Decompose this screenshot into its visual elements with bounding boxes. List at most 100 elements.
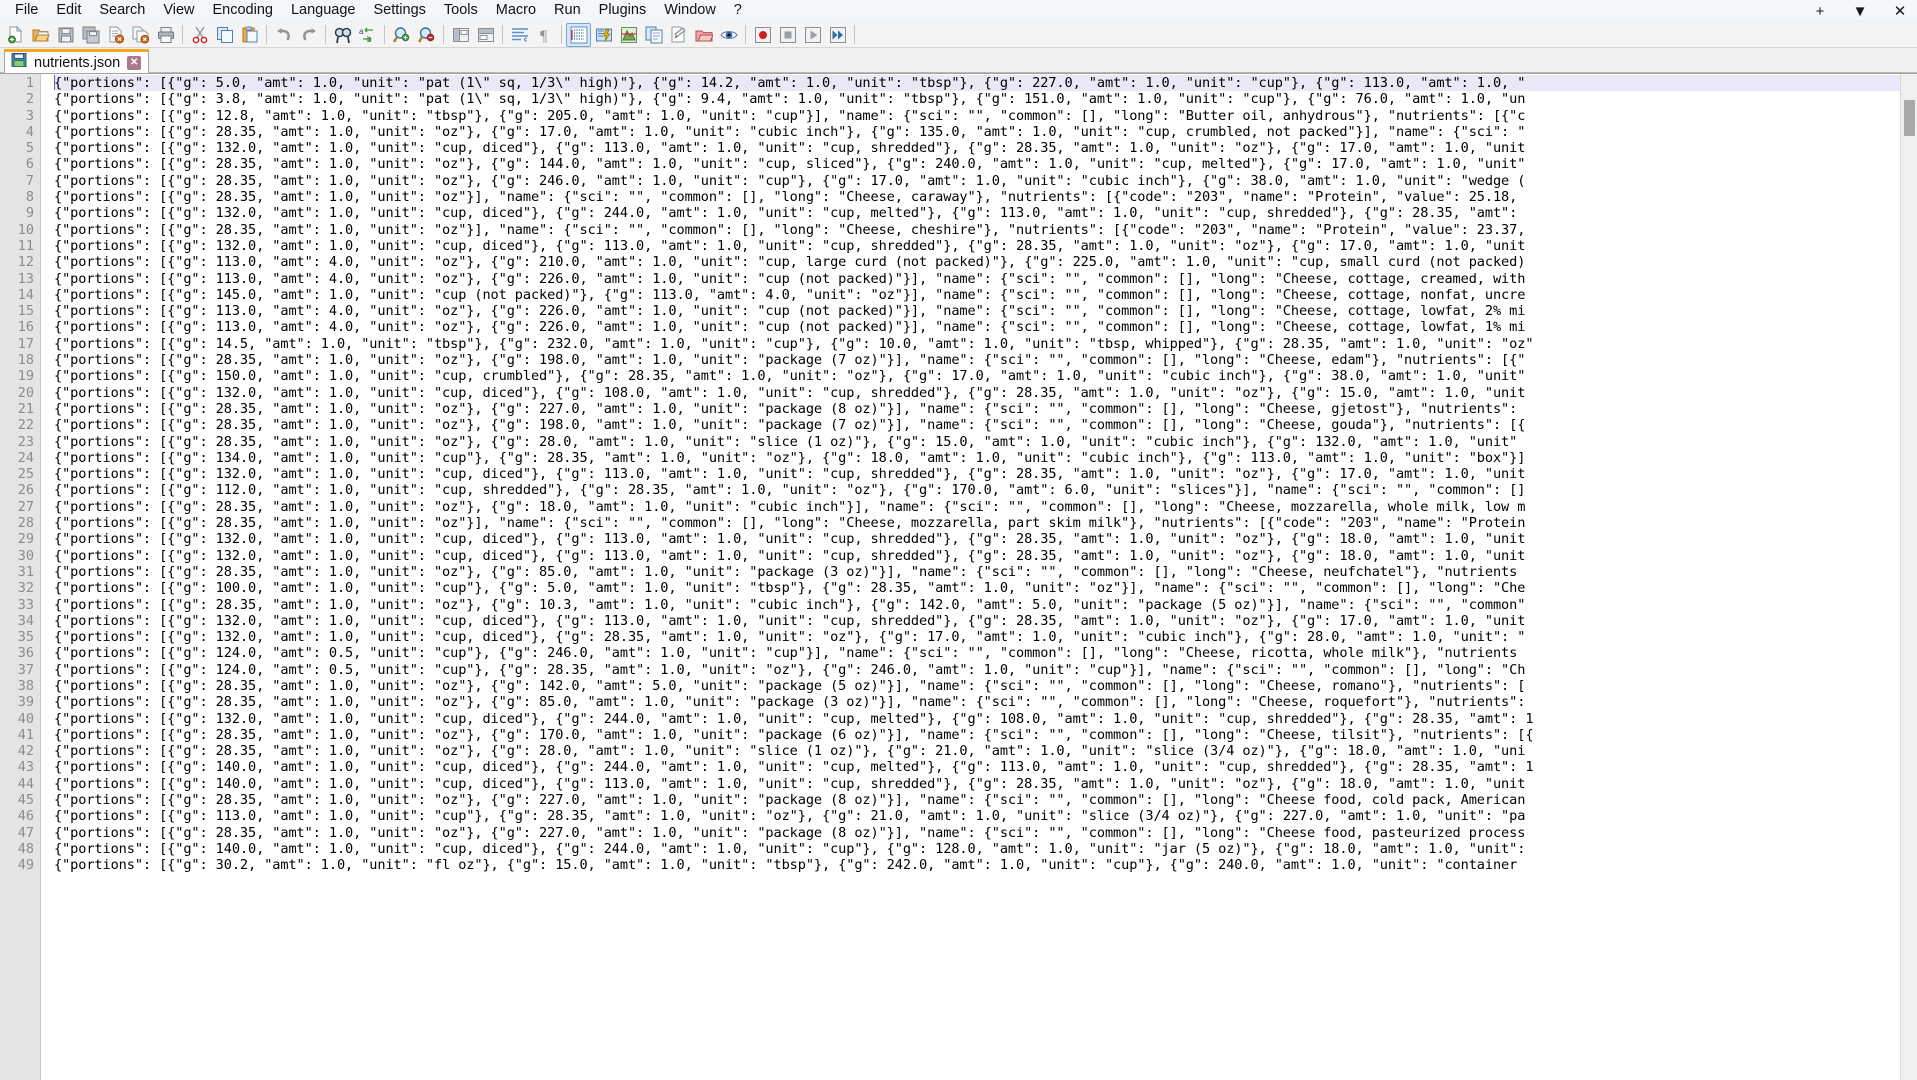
code-line[interactable]: {"portions": [{"g": 28.35, "amt": 1.0, "…: [54, 352, 1900, 368]
code-line[interactable]: {"portions": [{"g": 28.35, "amt": 1.0, "…: [54, 743, 1900, 759]
sync-vertical-scroll-icon[interactable]: [448, 23, 473, 47]
code-line[interactable]: {"portions": [{"g": 113.0, "amt": 4.0, "…: [54, 319, 1900, 335]
document-map-icon[interactable]: [616, 23, 641, 47]
code-line[interactable]: {"portions": [{"g": 3.8, "amt": 1.0, "un…: [54, 91, 1900, 107]
code-line[interactable]: {"portions": [{"g": 28.35, "amt": 1.0, "…: [54, 694, 1900, 710]
code-line[interactable]: {"portions": [{"g": 30.2, "amt": 1.0, "u…: [54, 857, 1900, 873]
folder-as-workspace-icon[interactable]: [666, 23, 691, 47]
code-line[interactable]: {"portions": [{"g": 134.0, "amt": 1.0, "…: [54, 450, 1900, 466]
close-icon[interactable]: ✕: [127, 56, 141, 70]
code-line[interactable]: {"portions": [{"g": 5.0, "amt": 1.0, "un…: [54, 75, 1900, 91]
play-macro-icon[interactable]: [800, 23, 825, 47]
code-line[interactable]: {"portions": [{"g": 113.0, "amt": 4.0, "…: [54, 303, 1900, 319]
code-line[interactable]: {"portions": [{"g": 132.0, "amt": 1.0, "…: [54, 711, 1900, 727]
zoom-in-icon[interactable]: [389, 23, 414, 47]
save-all-icon[interactable]: [78, 23, 103, 47]
fold-margin[interactable]: [41, 74, 54, 1080]
zoom-out-icon[interactable]: [414, 23, 439, 47]
menu-item-run[interactable]: Run: [545, 0, 590, 21]
close-file-icon[interactable]: [103, 23, 128, 47]
run-macro-multiple-icon[interactable]: [825, 23, 850, 47]
paste-icon[interactable]: [237, 23, 262, 47]
stop-recording-icon[interactable]: [775, 23, 800, 47]
chevron-down-icon[interactable]: ▼: [1851, 2, 1869, 20]
menu-item-settings[interactable]: Settings: [364, 0, 434, 21]
code-line[interactable]: {"portions": [{"g": 28.35, "amt": 1.0, "…: [54, 173, 1900, 189]
close-all-files-icon[interactable]: [128, 23, 153, 47]
code-line[interactable]: {"portions": [{"g": 140.0, "amt": 1.0, "…: [54, 841, 1900, 857]
code-line[interactable]: {"portions": [{"g": 28.35, "amt": 1.0, "…: [54, 825, 1900, 841]
code-text-area[interactable]: {"portions": [{"g": 5.0, "amt": 1.0, "un…: [54, 74, 1900, 1080]
code-line[interactable]: {"portions": [{"g": 28.35, "amt": 1.0, "…: [54, 189, 1900, 205]
find-icon[interactable]: [330, 23, 355, 47]
function-list-icon[interactable]: [641, 23, 666, 47]
code-line[interactable]: {"portions": [{"g": 132.0, "amt": 1.0, "…: [54, 205, 1900, 221]
code-line[interactable]: {"portions": [{"g": 124.0, "amt": 0.5, "…: [54, 662, 1900, 678]
monitoring-icon[interactable]: [691, 23, 716, 47]
menu-item-encoding[interactable]: Encoding: [204, 0, 282, 21]
menu-item-file[interactable]: File: [6, 0, 47, 21]
vertical-scrollbar-thumb[interactable]: [1904, 100, 1915, 136]
code-line[interactable]: {"portions": [{"g": 140.0, "amt": 1.0, "…: [54, 759, 1900, 775]
new-file-icon[interactable]: [3, 23, 28, 47]
copy-icon[interactable]: [212, 23, 237, 47]
undo-icon[interactable]: [271, 23, 296, 47]
menu-item-tools[interactable]: Tools: [435, 0, 487, 21]
redo-icon[interactable]: [296, 23, 321, 47]
menu-item-plugins[interactable]: Plugins: [590, 0, 656, 21]
code-line[interactable]: {"portions": [{"g": 112.0, "amt": 1.0, "…: [54, 482, 1900, 498]
menu-item-language[interactable]: Language: [282, 0, 365, 21]
code-line[interactable]: {"portions": [{"g": 12.8, "amt": 1.0, "u…: [54, 108, 1900, 124]
code-line[interactable]: {"portions": [{"g": 113.0, "amt": 4.0, "…: [54, 271, 1900, 287]
add-tab-button[interactable]: +: [1811, 2, 1829, 20]
code-line[interactable]: {"portions": [{"g": 150.0, "amt": 1.0, "…: [54, 368, 1900, 384]
code-line[interactable]: {"portions": [{"g": 14.5, "amt": 1.0, "u…: [54, 336, 1900, 352]
print-icon[interactable]: [153, 23, 178, 47]
open-file-icon[interactable]: [28, 23, 53, 47]
menu-item-macro[interactable]: Macro: [487, 0, 545, 21]
sync-horizontal-scroll-icon[interactable]: [473, 23, 498, 47]
tab-nutrients-json[interactable]: nutrients.json ✕: [4, 49, 149, 73]
menu-item-window[interactable]: Window: [655, 0, 725, 21]
menu-item-help[interactable]: ?: [725, 0, 751, 21]
code-line[interactable]: {"portions": [{"g": 132.0, "amt": 1.0, "…: [54, 385, 1900, 401]
code-line[interactable]: {"portions": [{"g": 28.35, "amt": 1.0, "…: [54, 499, 1900, 515]
code-line[interactable]: {"portions": [{"g": 28.35, "amt": 1.0, "…: [54, 597, 1900, 613]
code-line[interactable]: {"portions": [{"g": 132.0, "amt": 1.0, "…: [54, 629, 1900, 645]
record-macro-icon[interactable]: [750, 23, 775, 47]
code-line[interactable]: {"portions": [{"g": 113.0, "amt": 4.0, "…: [54, 254, 1900, 270]
code-line[interactable]: {"portions": [{"g": 28.35, "amt": 1.0, "…: [54, 792, 1900, 808]
show-all-characters-icon[interactable]: ¶: [532, 23, 557, 47]
code-line[interactable]: {"portions": [{"g": 132.0, "amt": 1.0, "…: [54, 548, 1900, 564]
code-line[interactable]: {"portions": [{"g": 124.0, "amt": 0.5, "…: [54, 645, 1900, 661]
code-line[interactable]: {"portions": [{"g": 28.35, "amt": 1.0, "…: [54, 678, 1900, 694]
code-line[interactable]: {"portions": [{"g": 28.35, "amt": 1.0, "…: [54, 401, 1900, 417]
save-icon[interactable]: [53, 23, 78, 47]
code-line[interactable]: {"portions": [{"g": 28.35, "amt": 1.0, "…: [54, 417, 1900, 433]
code-line[interactable]: {"portions": [{"g": 145.0, "amt": 1.0, "…: [54, 287, 1900, 303]
code-line[interactable]: {"portions": [{"g": 132.0, "amt": 1.0, "…: [54, 613, 1900, 629]
menu-item-view[interactable]: View: [154, 0, 203, 21]
close-window-button[interactable]: ✕: [1891, 2, 1909, 20]
code-line[interactable]: {"portions": [{"g": 28.35, "amt": 1.0, "…: [54, 434, 1900, 450]
cut-icon[interactable]: [187, 23, 212, 47]
vertical-scrollbar[interactable]: [1900, 74, 1917, 1080]
menu-item-search[interactable]: Search: [90, 0, 154, 21]
code-line[interactable]: {"portions": [{"g": 132.0, "amt": 1.0, "…: [54, 140, 1900, 156]
indent-guide-icon[interactable]: [566, 23, 591, 47]
menu-item-edit[interactable]: Edit: [47, 0, 90, 21]
code-line[interactable]: {"portions": [{"g": 140.0, "amt": 1.0, "…: [54, 776, 1900, 792]
user-defined-language-icon[interactable]: [591, 23, 616, 47]
replace-icon[interactable]: ab: [355, 23, 380, 47]
code-line[interactable]: {"portions": [{"g": 28.35, "amt": 1.0, "…: [54, 727, 1900, 743]
word-wrap-icon[interactable]: [507, 23, 532, 47]
code-line[interactable]: {"portions": [{"g": 132.0, "amt": 1.0, "…: [54, 531, 1900, 547]
code-line[interactable]: {"portions": [{"g": 28.35, "amt": 1.0, "…: [54, 222, 1900, 238]
code-line[interactable]: {"portions": [{"g": 100.0, "amt": 1.0, "…: [54, 580, 1900, 596]
code-line[interactable]: {"portions": [{"g": 132.0, "amt": 1.0, "…: [54, 238, 1900, 254]
code-line[interactable]: {"portions": [{"g": 132.0, "amt": 1.0, "…: [54, 466, 1900, 482]
code-line[interactable]: {"portions": [{"g": 113.0, "amt": 1.0, "…: [54, 808, 1900, 824]
eye-monitoring-icon[interactable]: [716, 23, 741, 47]
code-line[interactable]: {"portions": [{"g": 28.35, "amt": 1.0, "…: [54, 124, 1900, 140]
code-line[interactable]: {"portions": [{"g": 28.35, "amt": 1.0, "…: [54, 564, 1900, 580]
